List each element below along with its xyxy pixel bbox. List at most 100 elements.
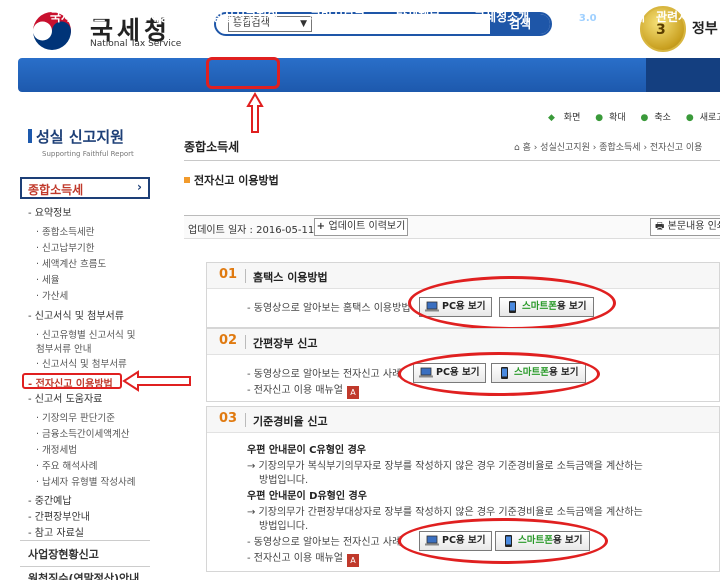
sidebar-item-help-materials[interactable]: - 신고서 도움자료 [28,390,102,405]
update-bar: 업데이트 일자 : 2016-05-11 + 업데이트 이력보기 🖶 본문내용 … [184,215,720,239]
nav-info-prefix: 정부 [560,14,575,23]
nav-highlight-annotation [206,57,280,89]
card-line: → 기장의무가 간편장부대상자로 장부를 작성하지 않은 경우 기준경비율로 소… [247,507,643,518]
sidebar-item-income-tax[interactable]: 종합소득세 › [20,177,150,199]
card-header: 03 기준경비율 신고 [207,407,719,433]
card-number: 03 [219,411,238,426]
sidebar-item-summary[interactable]: - 요약정보 [28,204,72,219]
card-line: 우편 안내문이 D유형인 경우 [247,491,367,502]
zoom-out-button[interactable]: ● 축소 [641,113,677,123]
nav-item-petition[interactable]: 국민신문고 [310,0,365,34]
sidebar-item-business-report[interactable]: 사업장현황신고 [28,546,99,562]
sidebar-subitem[interactable]: 첨부서류 안내 [36,341,91,355]
title-divider [184,160,720,161]
screen-label: 화면 [563,113,581,123]
sidebar-subitem[interactable]: · 금융소득간이세액계산 [36,426,129,440]
zoom-in-button[interactable]: ● 확대 [595,113,631,123]
sidebar-item-reference[interactable]: - 참고 자료실 [28,524,84,539]
history-button-label: 업데이트 이력보기 [328,221,406,232]
zoom-in-label: 확대 [609,113,626,123]
chevron-down-icon: ▼ [300,19,307,29]
nav-item-tax-info[interactable]: 국세정보 [137,0,181,34]
card-separator [245,335,246,349]
zoom-in-icon: ● [595,113,604,123]
nav-item-related-sites[interactable]: 관련사이트 [656,0,711,34]
breadcrumb-text: 홈 › 성실신고지원 › 종합소득세 › 전자신고 이용 [522,143,703,153]
card-title: 간편장부 신고 [253,337,318,350]
card-separator [245,269,246,283]
red-left-arrow-icon [122,370,191,392]
manual-label: - 전자신고 이용 매뉴얼 [247,385,343,396]
pdf-icon[interactable]: A [346,386,359,399]
card-line: - 전자신고 이용 매뉴얼 A [247,381,359,399]
red-up-arrow-icon [246,92,264,133]
sidebar-item-interim-payment[interactable]: - 중간예납 [28,492,72,507]
update-date: 업데이트 일자 : 2016-05-11 [188,225,315,236]
sidebar-subitem[interactable]: · 세액계산 흐름도 [36,256,106,270]
sidebar-item-simple-ledger[interactable]: - 간편장부안내 [28,508,90,523]
nav-item-faithful-report[interactable]: 성실신고지원 [212,0,278,34]
print-content-button[interactable]: 🖶 본문내용 인쇄 [650,218,720,236]
printer-icon: 🖶 [655,221,668,232]
card-title: 기준경비율 신고 [253,415,328,428]
sidebar-subitem[interactable]: · 신고유형별 신고서식 및 [36,327,135,341]
zoom-out-label: 축소 [654,113,671,123]
sidebar-title: 성실 신고지원 [28,126,124,147]
pc-mobile-highlight-annotation [398,352,600,396]
nav-item-tax-evasion-report[interactable]: 탈세제보 [396,0,440,34]
sidebar-subitem[interactable]: · 개정세법 [36,442,77,456]
card-line: 방법입니다. [259,475,309,486]
nav-item-info-disclosure[interactable]: 정부 3.0 정보공개 [560,0,645,34]
card-number: 02 [219,333,238,348]
nav-item-news[interactable]: 국세청뉴스 [50,0,105,34]
screen-icon: ◆ [548,113,555,123]
nav-info-label: 정보공개 [600,10,645,24]
breadcrumb: ⌂ 홈 › 성실신고지원 › 종합소득세 › 전자신고 이용 [514,140,702,153]
card-header: 02 간편장부 신고 [207,329,719,355]
card-title: 홈택스 이용방법 [253,271,328,284]
home-icon[interactable]: ⌂ [514,143,523,153]
chevron-right-icon: › [137,180,142,194]
sidebar-subitem[interactable]: · 납세자 유형별 작성사례 [36,474,135,488]
sidebar-divider [20,540,150,541]
card-line: - 동영상으로 알아보는 전자신고 사례 [247,369,402,380]
section-title-text: 전자신고 이용방법 [194,174,279,187]
card-number: 01 [219,267,238,282]
sidebar-item-forms[interactable]: - 신고서식 및 첨부서류 [28,307,124,322]
zoom-out-icon: ● [640,113,649,123]
pc-mobile-highlight-annotation [408,276,616,330]
utility-bar: ◆ 화면 ●확대 ●축소 ●새로고침 🖶 [548,110,720,126]
refresh-label: 새로고침 [699,113,720,123]
pc-mobile-highlight-annotation [398,518,608,564]
sidebar-divider [20,566,150,567]
sidebar-subitem[interactable]: · 신고서식 및 첨부서류 [36,356,127,370]
sidebar-item-withholding[interactable]: 원천징수(연말정산)안내 [28,570,139,580]
main-nav [18,58,720,92]
manual-label: - 전자신고 이용 매뉴얼 [247,553,343,564]
refresh-button[interactable]: ● 새로고침 [686,113,720,123]
sidebar-subitem[interactable]: · 신고납부기한 [36,240,94,254]
section-title: 전자신고 이용방법 [184,172,279,188]
sidebar-subitem[interactable]: · 세율 [36,272,60,286]
card-line: - 전자신고 이용 매뉴얼 A [247,549,359,567]
card-line: - 동영상으로 알아보는 전자신고 사례 [247,537,402,548]
pdf-icon[interactable]: A [346,554,359,567]
sidebar-title-text: 성실 신고지원 [36,128,125,146]
sidebar-highlight-annotation [22,373,122,389]
card-line: → 기장의무가 복식부기의무자로 장부를 작성하지 않은 경우 기준경비율로 소… [247,461,643,472]
card-line: - 동영상으로 알아보는 홈택스 이용방법 [247,303,411,314]
bullet-square-icon [184,177,190,183]
nav-item-about[interactable]: 국세청소개 [474,0,529,34]
sidebar-selected-label: 종합소득세 [28,183,84,197]
sidebar-subitem[interactable]: · 주요 해석사례 [36,458,98,472]
update-history-button[interactable]: + 업데이트 이력보기 [314,218,408,236]
refresh-icon: ● [685,113,694,123]
sidebar-subitem[interactable]: · 기장의무 판단기준 [36,410,115,424]
sidebar-subitem[interactable]: · 가산세 [36,288,68,302]
card-separator [245,413,246,427]
screen-toggle[interactable]: ◆ 화면 [548,113,586,123]
plus-icon: + [316,221,329,232]
gov3-icon: 3.0 [578,13,597,24]
sidebar-subitem[interactable]: · 종합소득세란 [36,224,94,238]
page-title: 종합소득세 [184,140,240,154]
